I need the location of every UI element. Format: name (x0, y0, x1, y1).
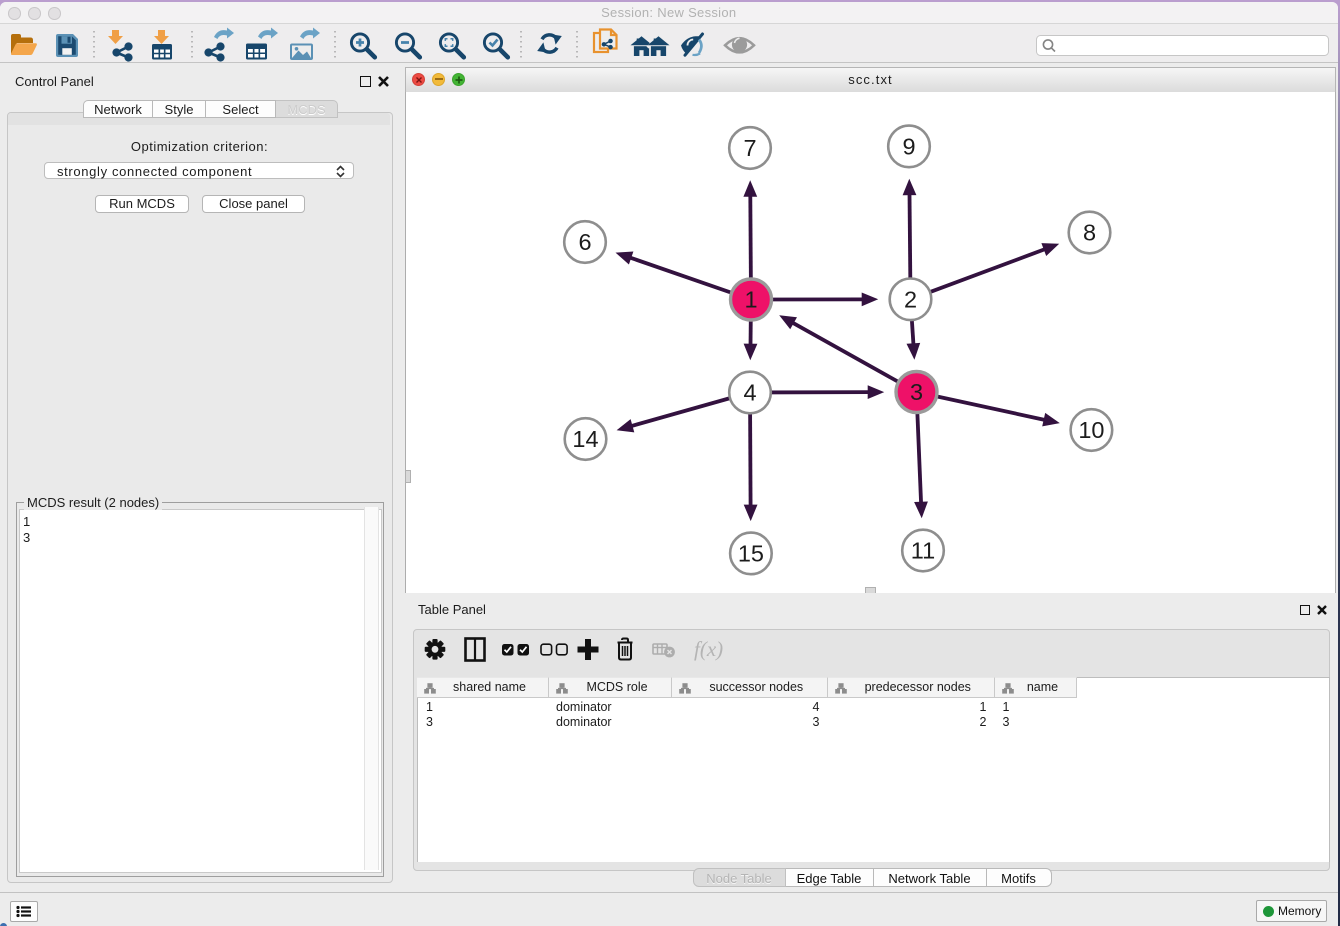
svg-text:6: 6 (578, 229, 591, 255)
svg-text:14: 14 (572, 426, 598, 452)
svg-text:8: 8 (1083, 220, 1096, 246)
svg-text:3: 3 (910, 379, 923, 405)
svg-text:1: 1 (744, 287, 757, 313)
svg-text:7: 7 (743, 135, 756, 161)
svg-text:15: 15 (738, 540, 764, 566)
svg-text:10: 10 (1078, 417, 1104, 443)
svg-text:4: 4 (743, 380, 756, 406)
svg-text:11: 11 (911, 538, 935, 564)
svg-text:9: 9 (902, 133, 915, 159)
svg-text:2: 2 (904, 286, 917, 312)
svg-text:f(x): f(x) (694, 637, 723, 661)
